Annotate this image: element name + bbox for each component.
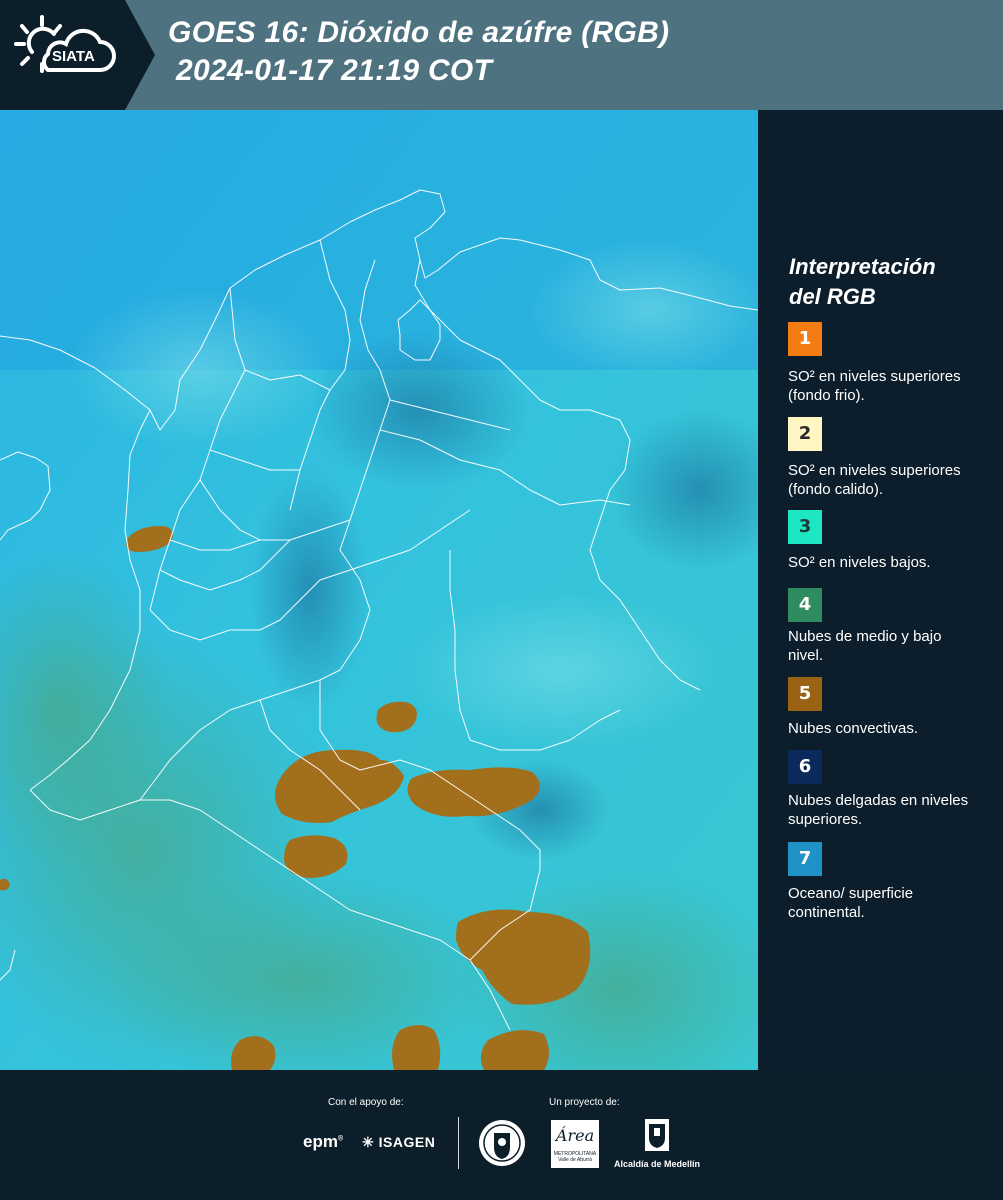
legend-label-1: SO² en niveles superiores (fondo frio). — [788, 368, 961, 404]
alcaldia-logo: Alcaldía de Medellín — [612, 1118, 702, 1169]
legend-label-5: Nubes convectivas. — [788, 720, 919, 737]
legend-label-2: SO² en niveles superiores (fondo calido)… — [788, 462, 961, 498]
project-label: Un proyecto de: — [549, 1097, 620, 1108]
legend-label-6: Nubes delgadas en niveles superiores. — [788, 792, 969, 828]
legend-label-7: Oceano/ superficie continental. — [788, 885, 914, 921]
area-metropolitana-logo: Área METROPOLITANA Valle de Aburrá — [551, 1120, 599, 1168]
legend-label-4: Nubes de medio y bajo nivel. — [788, 628, 942, 664]
page-title: GOES 16: Dióxido de azúfre (RGB) — [168, 16, 670, 49]
footer-bar: Con el apoyo de: Un proyecto de: epm® ✳ … — [0, 1070, 1003, 1200]
support-label: Con el apoyo de: — [328, 1097, 404, 1108]
alcaldia-shield-icon — [645, 1119, 669, 1151]
isagen-logo: ✳ ISAGEN — [362, 1134, 436, 1150]
legend-swatch-1: 1 — [788, 322, 822, 356]
header-bar: SIATA GOES 16: Dióxido de azúfre (RGB) 2… — [0, 0, 1003, 110]
legend-swatch-2: 2 — [788, 417, 822, 451]
legend-swatch-3: 3 — [788, 510, 822, 544]
medellin-seal-icon — [478, 1118, 526, 1173]
page-timestamp: 2024-01-17 21:19 COT — [176, 54, 493, 87]
legend-swatch-7: 7 — [788, 842, 822, 876]
sun-cloud-icon: SIATA — [14, 15, 116, 73]
satellite-map — [0, 110, 758, 1070]
legend-title: Interpretación del RGB — [789, 254, 936, 309]
siata-logo: SIATA — [0, 0, 125, 110]
rgb-legend-panel: Interpretación del RGB 1 SO² en niveles s… — [758, 110, 1003, 1070]
legend-swatch-6: 6 — [788, 750, 822, 784]
legend-swatch-4: 4 — [788, 588, 822, 622]
legend-label-3: SO² en niveles bajos. — [788, 554, 931, 571]
epm-logo: epm® — [303, 1132, 344, 1151]
legend-swatch-5: 5 — [788, 677, 822, 711]
svg-text:SIATA: SIATA — [52, 48, 95, 65]
isagen-icon: ✳ — [362, 1134, 375, 1150]
